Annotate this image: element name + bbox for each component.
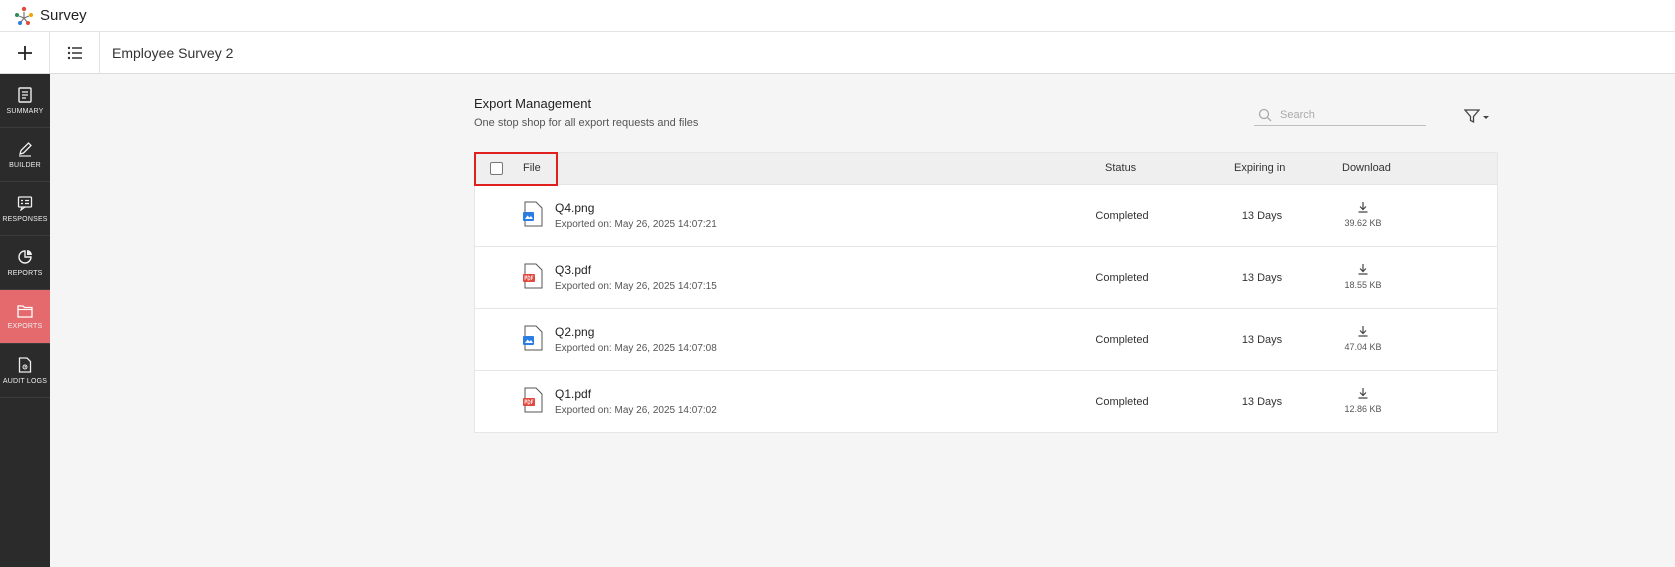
- filter-button[interactable]: [1464, 108, 1490, 124]
- search-input[interactable]: [1280, 108, 1410, 121]
- caret-down-icon: [1483, 116, 1489, 119]
- sidebar-item-exports[interactable]: EXPORTS: [0, 290, 50, 344]
- table-row: Q3.pdf Exported on: May 26, 2025 14:07:1…: [475, 246, 1497, 308]
- file-name: Q2.png: [555, 325, 595, 339]
- download-button[interactable]: 12.86 KB: [1333, 387, 1393, 414]
- pie-chart-icon: [18, 249, 32, 264]
- expiry-text: 13 Days: [1241, 334, 1283, 346]
- sidebar-item-responses[interactable]: RESPONSES: [0, 182, 50, 236]
- sidebar-item-reports[interactable]: REPORTS: [0, 236, 50, 290]
- select-all-checkbox[interactable]: [490, 162, 503, 175]
- table-row: Q1.pdf Exported on: May 26, 2025 14:07:0…: [475, 370, 1497, 432]
- export-timestamp: Exported on: May 26, 2025 14:07:02: [555, 405, 717, 416]
- export-timestamp: Exported on: May 26, 2025 14:07:21: [555, 219, 717, 230]
- pdf-file-icon: [523, 263, 543, 289]
- table-row: Q2.png Exported on: May 26, 2025 14:07:0…: [475, 308, 1497, 370]
- pdf-file-icon: [523, 387, 543, 413]
- file-size: 18.55 KB: [1344, 280, 1382, 290]
- image-file-icon: [523, 201, 543, 227]
- download-icon: [1358, 326, 1368, 337]
- download-button[interactable]: 39.62 KB: [1333, 201, 1393, 228]
- image-file-icon: [523, 325, 543, 351]
- pencil-icon: [19, 141, 32, 157]
- app-name: Survey: [40, 7, 87, 24]
- status-text: Completed: [1095, 210, 1149, 222]
- download-button[interactable]: 18.55 KB: [1333, 263, 1393, 290]
- create-button[interactable]: [0, 32, 50, 73]
- column-header-download: Download: [1342, 162, 1391, 174]
- expiry-text: 13 Days: [1241, 396, 1283, 408]
- column-header-file[interactable]: File: [523, 162, 541, 174]
- download-icon: [1358, 202, 1368, 213]
- export-timestamp: Exported on: May 26, 2025 14:07:15: [555, 281, 717, 292]
- download-icon: [1358, 388, 1368, 399]
- sidebar-item-label: BUILDER: [9, 161, 41, 169]
- sidebar-item-label: RESPONSES: [2, 215, 48, 223]
- sidebar-item-audit-logs[interactable]: AUDIT LOGS: [0, 344, 50, 398]
- exports-table: File Status Expiring in Download Q4.png …: [474, 152, 1498, 433]
- sidebar-item-builder[interactable]: BUILDER: [0, 128, 50, 182]
- file-size: 12.86 KB: [1344, 404, 1382, 414]
- sidebar-nav: SUMMARY BUILDER RESPONSES REPORTS EXPORT…: [0, 74, 50, 567]
- file-name: Q3.pdf: [555, 263, 592, 277]
- table-row: Q4.png Exported on: May 26, 2025 14:07:2…: [475, 184, 1497, 246]
- sidebar-item-label: EXPORTS: [7, 322, 43, 330]
- survey-list-button[interactable]: [50, 32, 100, 73]
- summary-icon: [18, 86, 32, 103]
- file-name: Q4.png: [555, 201, 595, 215]
- expiry-text: 13 Days: [1241, 210, 1283, 222]
- file-size: 39.62 KB: [1344, 218, 1382, 228]
- audit-log-icon: [18, 356, 32, 373]
- app-header: Survey: [0, 0, 1675, 32]
- export-timestamp: Exported on: May 26, 2025 14:07:08: [555, 343, 717, 354]
- search-box: [1254, 104, 1426, 126]
- status-text: Completed: [1095, 396, 1149, 408]
- sidebar-item-label: REPORTS: [7, 269, 43, 277]
- sidebar-item-label: AUDIT LOGS: [2, 377, 48, 385]
- search-icon: [1258, 108, 1272, 121]
- page-title: Export Management: [474, 96, 592, 111]
- sidebar-item-summary[interactable]: SUMMARY: [0, 74, 50, 128]
- list-icon: [67, 46, 82, 59]
- file-size: 47.04 KB: [1344, 342, 1382, 352]
- survey-logo-icon: [12, 4, 36, 28]
- page-subtitle: One stop shop for all export requests an…: [474, 117, 699, 129]
- download-button[interactable]: 47.04 KB: [1333, 325, 1393, 352]
- plus-icon: [17, 45, 32, 60]
- sidebar-item-label: SUMMARY: [6, 107, 44, 115]
- expiry-text: 13 Days: [1241, 272, 1283, 284]
- file-name: Q1.pdf: [555, 387, 592, 401]
- survey-title: Employee Survey 2: [112, 44, 234, 61]
- column-header-status: Status: [1105, 162, 1137, 174]
- folder-icon: [17, 304, 33, 318]
- responses-icon: [17, 195, 33, 211]
- survey-toolbar: Employee Survey 2: [0, 32, 1675, 74]
- status-text: Completed: [1095, 272, 1149, 284]
- table-header: File Status Expiring in Download: [475, 153, 1497, 184]
- column-header-expiry: Expiring in: [1234, 162, 1286, 174]
- status-text: Completed: [1095, 334, 1149, 346]
- filter-icon: [1464, 109, 1480, 124]
- download-icon: [1358, 264, 1368, 275]
